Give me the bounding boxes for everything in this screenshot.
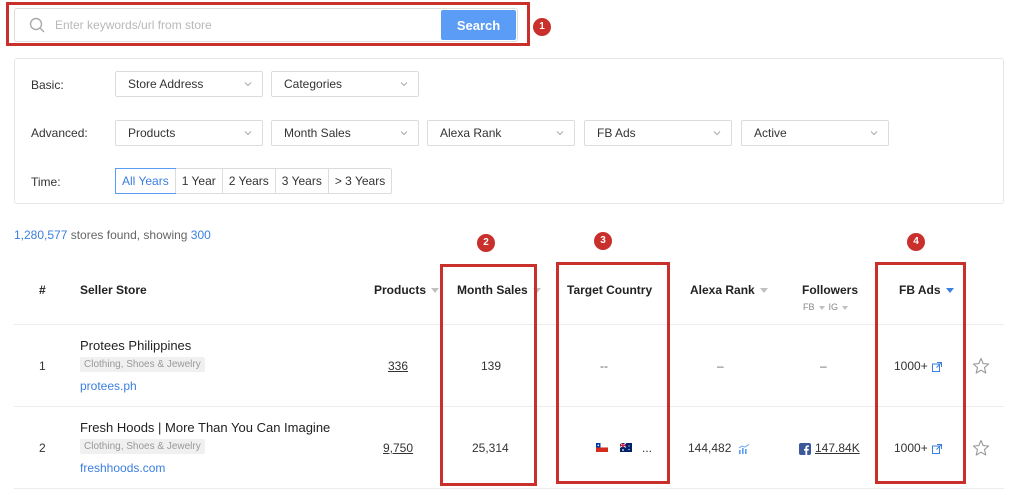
store-name[interactable]: Fresh Hoods | More Than You Can Imagine xyxy=(80,420,330,435)
more-countries[interactable]: ... xyxy=(642,441,652,455)
chevron-down-icon xyxy=(556,131,564,136)
external-link-icon[interactable] xyxy=(931,361,942,372)
result-count-text: stores found, showing xyxy=(67,228,191,242)
col-header-alexa-rank-label: Alexa Rank xyxy=(690,283,755,297)
time-option-all-years[interactable]: All Years xyxy=(115,168,176,194)
month-sales-select[interactable]: Month Sales xyxy=(271,120,419,146)
col-header-fb-ads-label: FB Ads xyxy=(899,283,941,297)
col-header-products[interactable]: Products xyxy=(374,283,440,297)
active-select[interactable]: Active xyxy=(741,120,889,146)
chile-flag-icon xyxy=(596,443,608,452)
categories-select[interactable]: Categories xyxy=(271,71,419,97)
filter-panel: Basic: Store Address Categories Advanced… xyxy=(14,58,1004,204)
col-header-month-sales-label: Month Sales xyxy=(457,283,528,297)
row-index: 2 xyxy=(39,441,46,455)
annotation-badge: 3 xyxy=(594,232,612,250)
time-label: Time: xyxy=(31,175,61,189)
active-filter-label: Active xyxy=(754,126,787,140)
products-count-link[interactable]: 9,750 xyxy=(383,441,413,455)
store-name[interactable]: Protees Philippines xyxy=(80,338,191,353)
annotation-badge: 2 xyxy=(477,234,495,252)
alexa-rank-number: 144,482 xyxy=(688,441,732,455)
store-address-select[interactable]: Store Address xyxy=(115,71,263,97)
fb-ads-value[interactable]: 1000+ xyxy=(894,441,942,455)
showing-count: 300 xyxy=(190,228,211,242)
time-option-3-years[interactable]: 3 Years xyxy=(274,169,328,193)
trend-chart-icon[interactable] xyxy=(738,443,750,454)
store-url[interactable]: freshhoods.com xyxy=(80,461,165,475)
col-header-products-label: Products xyxy=(374,283,427,297)
sort-arrow-icon xyxy=(842,305,849,310)
fb-ads-value[interactable]: 1000+ xyxy=(894,359,942,373)
sort-arrow-icon xyxy=(759,288,768,294)
search-icon xyxy=(29,17,45,33)
month-sales-value: 25,314 xyxy=(472,441,509,455)
external-link-icon[interactable] xyxy=(931,443,942,454)
star-icon[interactable] xyxy=(972,357,990,375)
fb-ads-filter-label: FB Ads xyxy=(597,126,636,140)
chevron-down-icon xyxy=(400,131,408,136)
sort-arrow-icon xyxy=(532,288,541,294)
followers-fb-sort[interactable]: FB xyxy=(803,302,815,312)
store-url[interactable]: protees.ph xyxy=(80,379,137,393)
followers-count-link: 147.84K xyxy=(815,441,860,455)
row-divider xyxy=(14,406,1004,407)
col-header-target-country: Target Country xyxy=(567,283,653,297)
result-count: 1,280,577 stores found, showing 300 xyxy=(14,228,211,242)
chevron-down-icon xyxy=(713,131,721,136)
col-header-followers: Followers xyxy=(802,283,859,297)
col-header-alexa-rank[interactable]: Alexa Rank xyxy=(690,283,768,297)
time-segmented-control: All Years 1 Year 2 Years 3 Years > 3 Yea… xyxy=(115,168,393,194)
products-count-link[interactable]: 336 xyxy=(388,359,408,373)
search-bar: Search xyxy=(14,8,518,42)
followers-value: – xyxy=(820,359,827,373)
row-index: 1 xyxy=(39,359,46,373)
row-divider xyxy=(14,324,1004,325)
advanced-label: Advanced: xyxy=(31,126,88,140)
sort-arrow-icon xyxy=(945,288,954,294)
sort-arrow-icon xyxy=(431,288,440,294)
sort-arrow-icon xyxy=(818,305,825,310)
alexa-rank-filter-label: Alexa Rank xyxy=(440,126,502,140)
target-country-value: -- xyxy=(600,359,608,373)
col-header-seller-store: Seller Store xyxy=(80,283,147,297)
time-option-2-years[interactable]: 2 Years xyxy=(221,169,275,193)
products-filter-label: Products xyxy=(128,126,176,140)
annotation-badge: 4 xyxy=(907,233,925,251)
australia-flag-icon xyxy=(620,443,632,452)
categories-label: Categories xyxy=(284,77,343,91)
followers-subheader: FB IG xyxy=(803,302,852,312)
month-sales-value: 139 xyxy=(481,359,502,373)
chevron-down-icon xyxy=(244,131,252,136)
chevron-down-icon xyxy=(400,82,408,87)
time-option-more-3-years[interactable]: > 3 Years xyxy=(327,169,391,193)
search-button[interactable]: Search xyxy=(441,10,516,40)
category-tag: Clothing, Shoes & Jewelry xyxy=(80,357,205,372)
basic-label: Basic: xyxy=(31,78,64,92)
total-count: 1,280,577 xyxy=(14,228,68,242)
search-input[interactable] xyxy=(55,10,453,40)
col-header-fb-ads[interactable]: FB Ads xyxy=(899,283,954,297)
time-option-1-year[interactable]: 1 Year xyxy=(174,169,222,193)
row-divider xyxy=(14,488,1004,489)
col-header-month-sales[interactable]: Month Sales xyxy=(457,283,541,297)
month-sales-filter-label: Month Sales xyxy=(284,126,351,140)
followers-value[interactable]: 147.84K xyxy=(799,441,860,455)
facebook-icon xyxy=(799,442,811,455)
followers-ig-sort[interactable]: IG xyxy=(829,302,839,312)
products-select[interactable]: Products xyxy=(115,120,263,146)
alexa-rank-value: 144,482 xyxy=(688,441,750,455)
fb-ads-count: 1000+ xyxy=(894,441,928,455)
annotation-badge: 1 xyxy=(533,18,551,36)
category-tag: Clothing, Shoes & Jewelry xyxy=(80,439,205,454)
alexa-rank-select[interactable]: Alexa Rank xyxy=(427,120,575,146)
chevron-down-icon xyxy=(870,131,878,136)
col-header-index: # xyxy=(39,283,46,297)
alexa-rank-value: – xyxy=(717,359,724,373)
star-icon[interactable] xyxy=(972,439,990,457)
store-address-label: Store Address xyxy=(128,77,204,91)
fb-ads-count: 1000+ xyxy=(894,359,928,373)
fb-ads-select[interactable]: FB Ads xyxy=(584,120,732,146)
chevron-down-icon xyxy=(244,82,252,87)
